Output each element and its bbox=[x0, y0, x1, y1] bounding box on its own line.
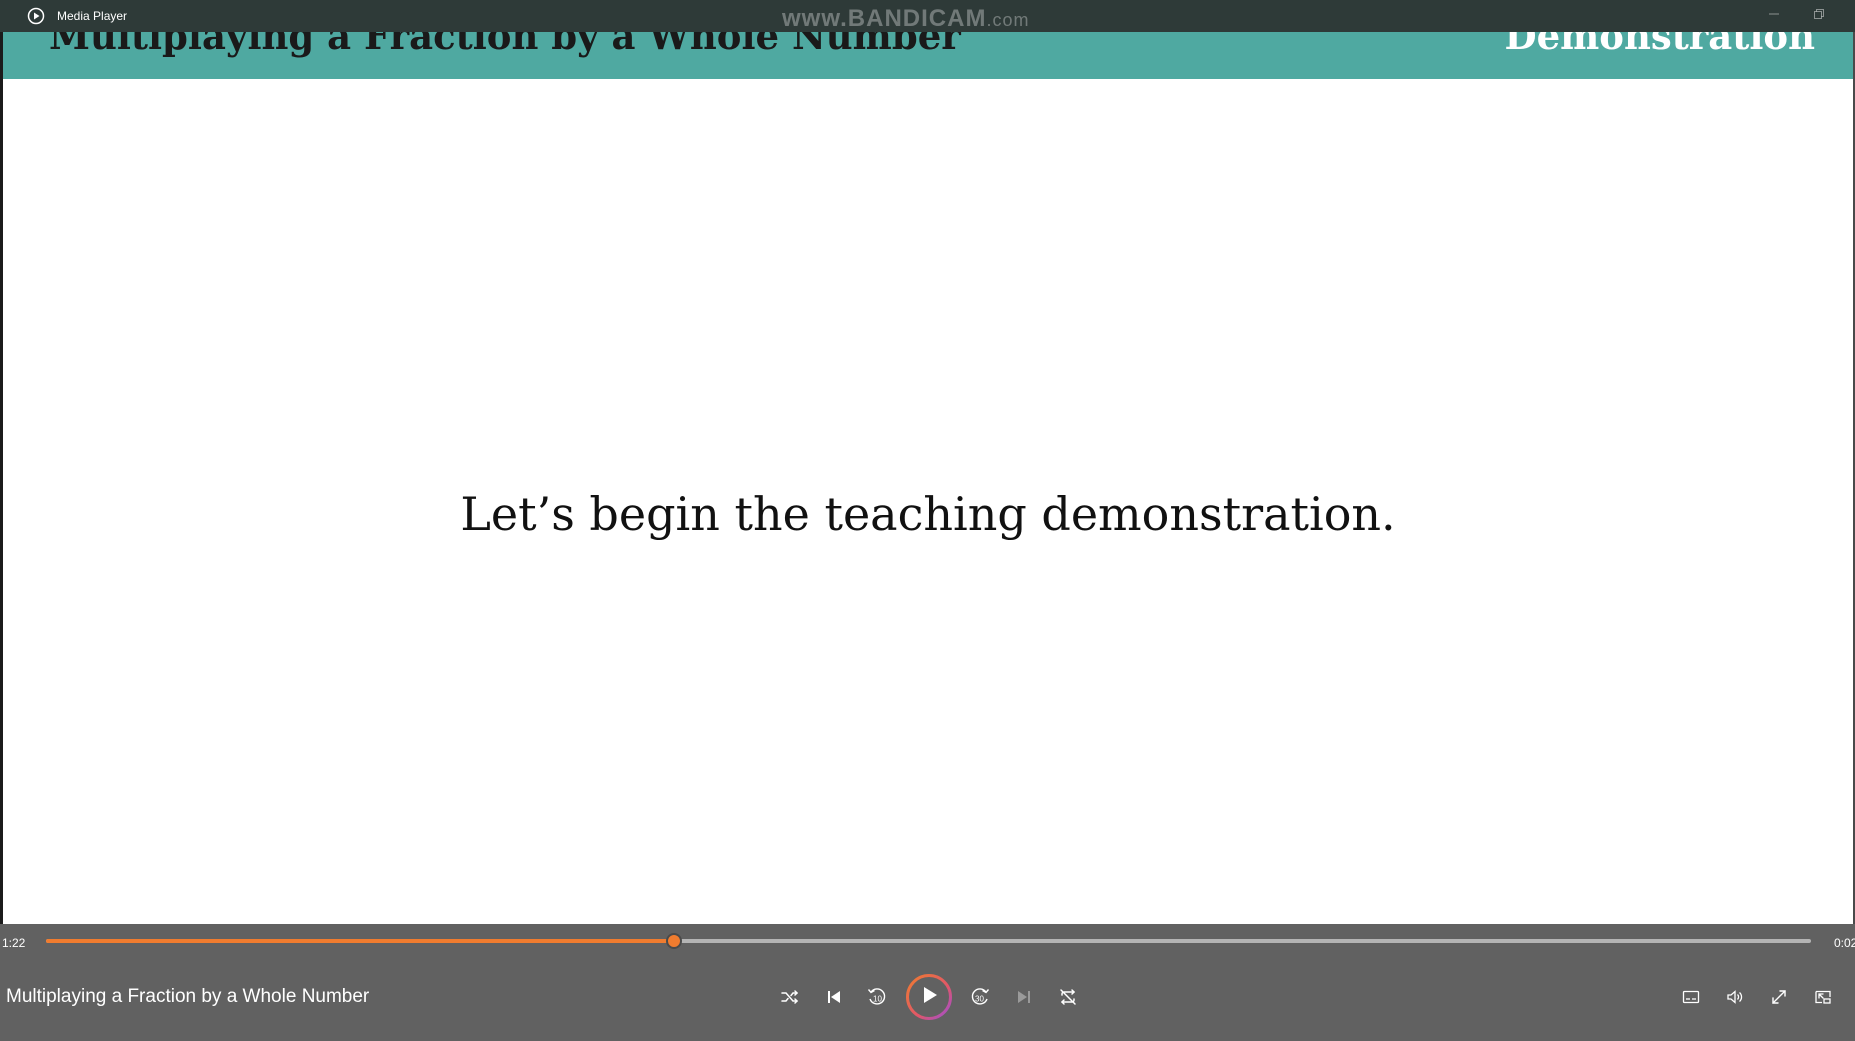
rewind-10-icon: 10 bbox=[866, 986, 888, 1008]
seek-bar[interactable] bbox=[46, 933, 1811, 949]
media-player-app-icon bbox=[27, 7, 45, 25]
repeat-off-icon bbox=[1058, 987, 1078, 1007]
remaining-time: 0:02 bbox=[1834, 936, 1855, 950]
seek-bar-thumb[interactable] bbox=[666, 933, 683, 949]
forward-label: 30 bbox=[975, 995, 984, 1004]
minimize-icon[interactable] bbox=[1764, 6, 1784, 26]
rewind-10-button[interactable]: 10 bbox=[859, 979, 895, 1015]
next-button[interactable] bbox=[1006, 979, 1042, 1015]
volume-icon bbox=[1725, 987, 1745, 1007]
playback-controls: 1:22 0:02 Multiplaying a Fraction by a W… bbox=[0, 924, 1855, 1041]
miniplayer-icon bbox=[1813, 987, 1833, 1007]
bandicam-watermark: www.BANDICAM.com bbox=[782, 5, 1029, 33]
captions-icon bbox=[1681, 987, 1701, 1007]
repeat-button[interactable] bbox=[1050, 979, 1086, 1015]
previous-icon bbox=[824, 987, 844, 1007]
fullscreen-button[interactable] bbox=[1761, 979, 1797, 1015]
volume-button[interactable] bbox=[1717, 979, 1753, 1015]
forward-30-icon: 30 bbox=[969, 986, 991, 1008]
video-frame[interactable]: Let’s begin the teaching demonstration. bbox=[3, 79, 1853, 924]
seek-bar-progress bbox=[46, 939, 675, 943]
forward-30-button[interactable]: 30 bbox=[962, 979, 998, 1015]
captions-button[interactable] bbox=[1673, 979, 1709, 1015]
watermark-suffix: .com bbox=[986, 10, 1030, 30]
elapsed-time: 1:22 bbox=[2, 936, 26, 950]
shuffle-icon bbox=[780, 987, 800, 1007]
shuffle-button[interactable] bbox=[772, 979, 808, 1015]
window-title: Media Player bbox=[57, 9, 128, 23]
next-icon bbox=[1014, 987, 1034, 1007]
previous-button[interactable] bbox=[816, 979, 852, 1015]
now-playing-title: Multiplaying a Fraction by a Whole Numbe… bbox=[6, 986, 370, 1007]
restore-icon[interactable] bbox=[1809, 6, 1829, 26]
play-icon bbox=[918, 984, 940, 1011]
watermark-main: www.BANDICAM bbox=[782, 5, 987, 32]
rewind-label: 10 bbox=[873, 995, 882, 1004]
play-button[interactable] bbox=[905, 973, 953, 1021]
title-bar: Media Player www.BANDICAM.com bbox=[0, 0, 1855, 32]
fullscreen-icon bbox=[1769, 987, 1789, 1007]
miniplayer-button[interactable] bbox=[1805, 979, 1841, 1015]
media-player-window: Multiplaying a Fraction by a Whole Numbe… bbox=[0, 0, 1855, 1041]
slide-message: Let’s begin the teaching demonstration. bbox=[460, 487, 1396, 541]
